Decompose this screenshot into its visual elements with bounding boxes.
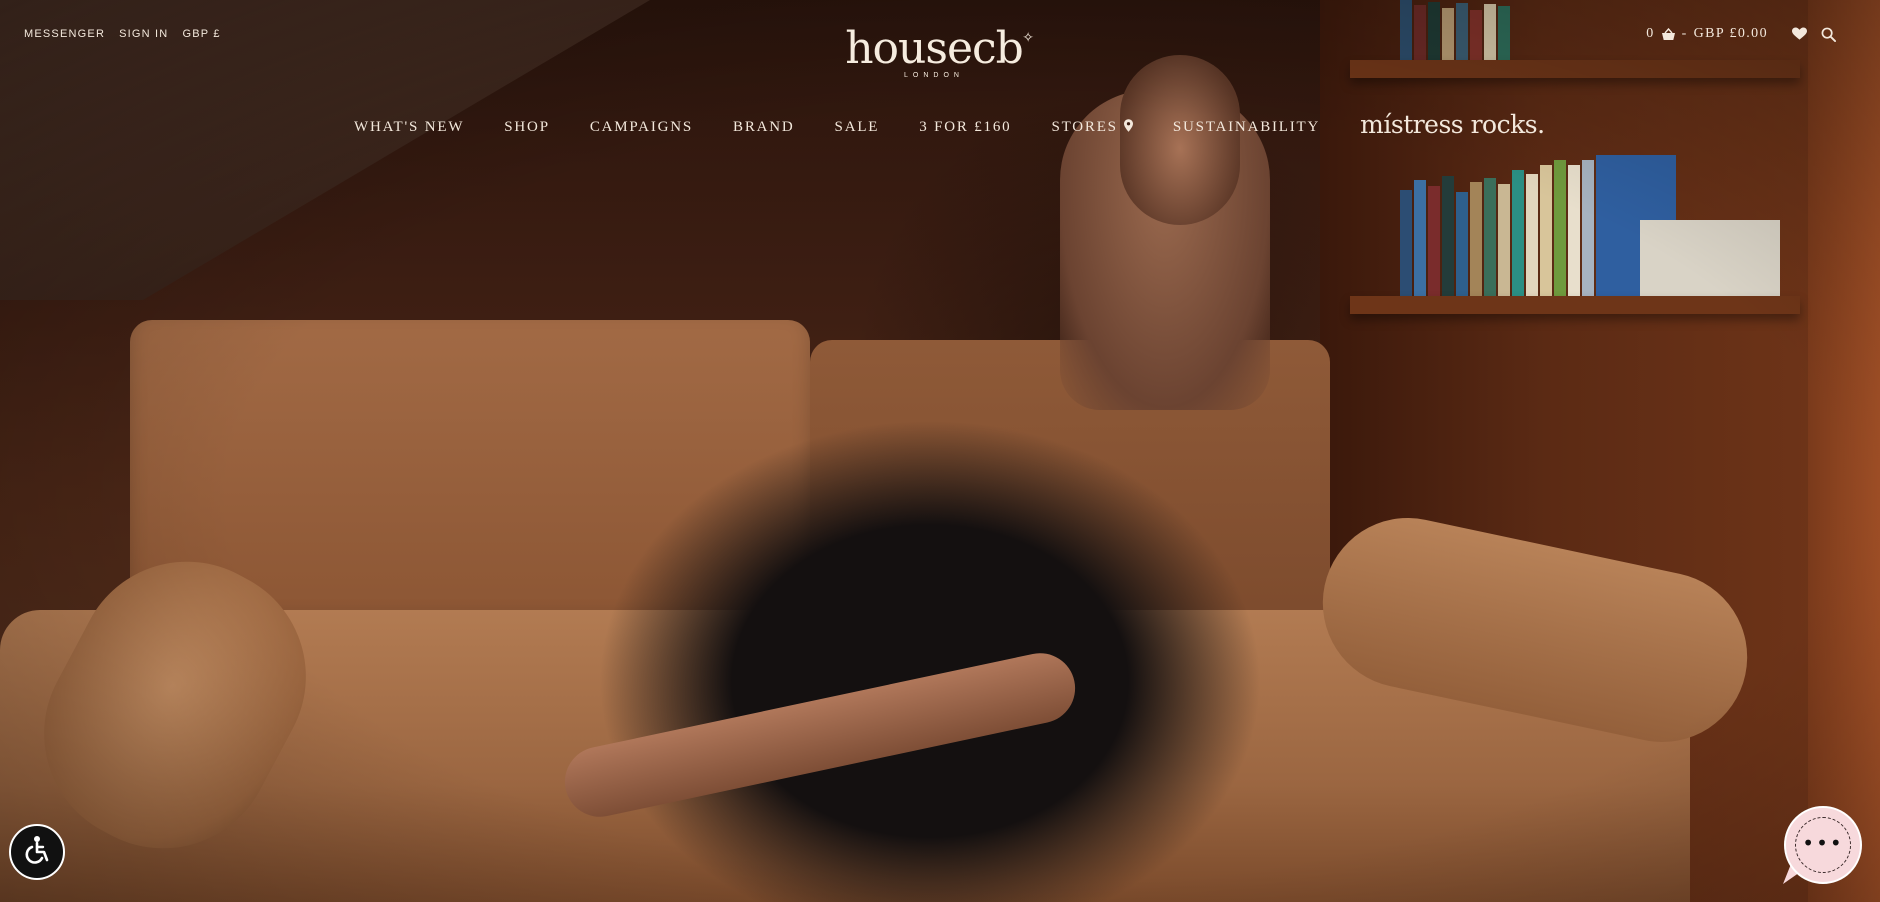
utility-nav: MESSENGER SIGN IN GBP £ [24, 28, 221, 40]
nav-stores-label: STORES [1051, 119, 1118, 135]
logo-wordmark: housecb [845, 23, 1024, 74]
nav-3-for-160[interactable]: 3 FOR £160 [919, 119, 1011, 136]
basket-icon [1661, 27, 1676, 41]
nav-stores[interactable]: STORES [1051, 118, 1133, 137]
heart-icon[interactable] [1792, 27, 1807, 41]
nav-whats-new[interactable]: WHAT'S NEW [354, 119, 464, 136]
nav-sale[interactable]: SALE [835, 119, 880, 136]
nav-mistress-rocks[interactable]: místress rocks. [1360, 110, 1545, 139]
wheelchair-icon [20, 833, 54, 872]
sign-in-link[interactable]: SIGN IN [119, 28, 168, 40]
nav-campaigns[interactable]: CAMPAIGNS [590, 119, 693, 136]
chat-launcher-button[interactable]: ••• [1784, 806, 1862, 884]
cart-count: 0 [1646, 26, 1655, 41]
cart-button[interactable]: 0 - GBP £0.00 [1646, 26, 1768, 42]
messenger-link[interactable]: MESSENGER [24, 28, 105, 40]
brand-logo[interactable]: housecb LONDON ✧ [834, 23, 1034, 80]
nav-sustainability[interactable]: SUSTAINABILITY [1173, 119, 1320, 136]
accessibility-button[interactable] [9, 824, 65, 880]
nav-shop[interactable]: SHOP [504, 119, 550, 136]
cart-separator: - [1681, 26, 1688, 41]
sparkle-icon: ✧ [1022, 31, 1034, 46]
cart-total: GBP £0.00 [1693, 26, 1768, 41]
currency-selector[interactable]: GBP £ [182, 28, 220, 40]
location-pin-icon [1123, 118, 1133, 137]
main-nav: WHAT'S NEW SHOP CAMPAIGNS BRAND SALE 3 F… [354, 110, 1545, 139]
search-icon[interactable] [1821, 27, 1836, 42]
nav-brand[interactable]: BRAND [733, 119, 795, 136]
chat-bubble-icon: ••• [1802, 831, 1844, 855]
header-actions: 0 - GBP £0.00 [1646, 26, 1836, 42]
